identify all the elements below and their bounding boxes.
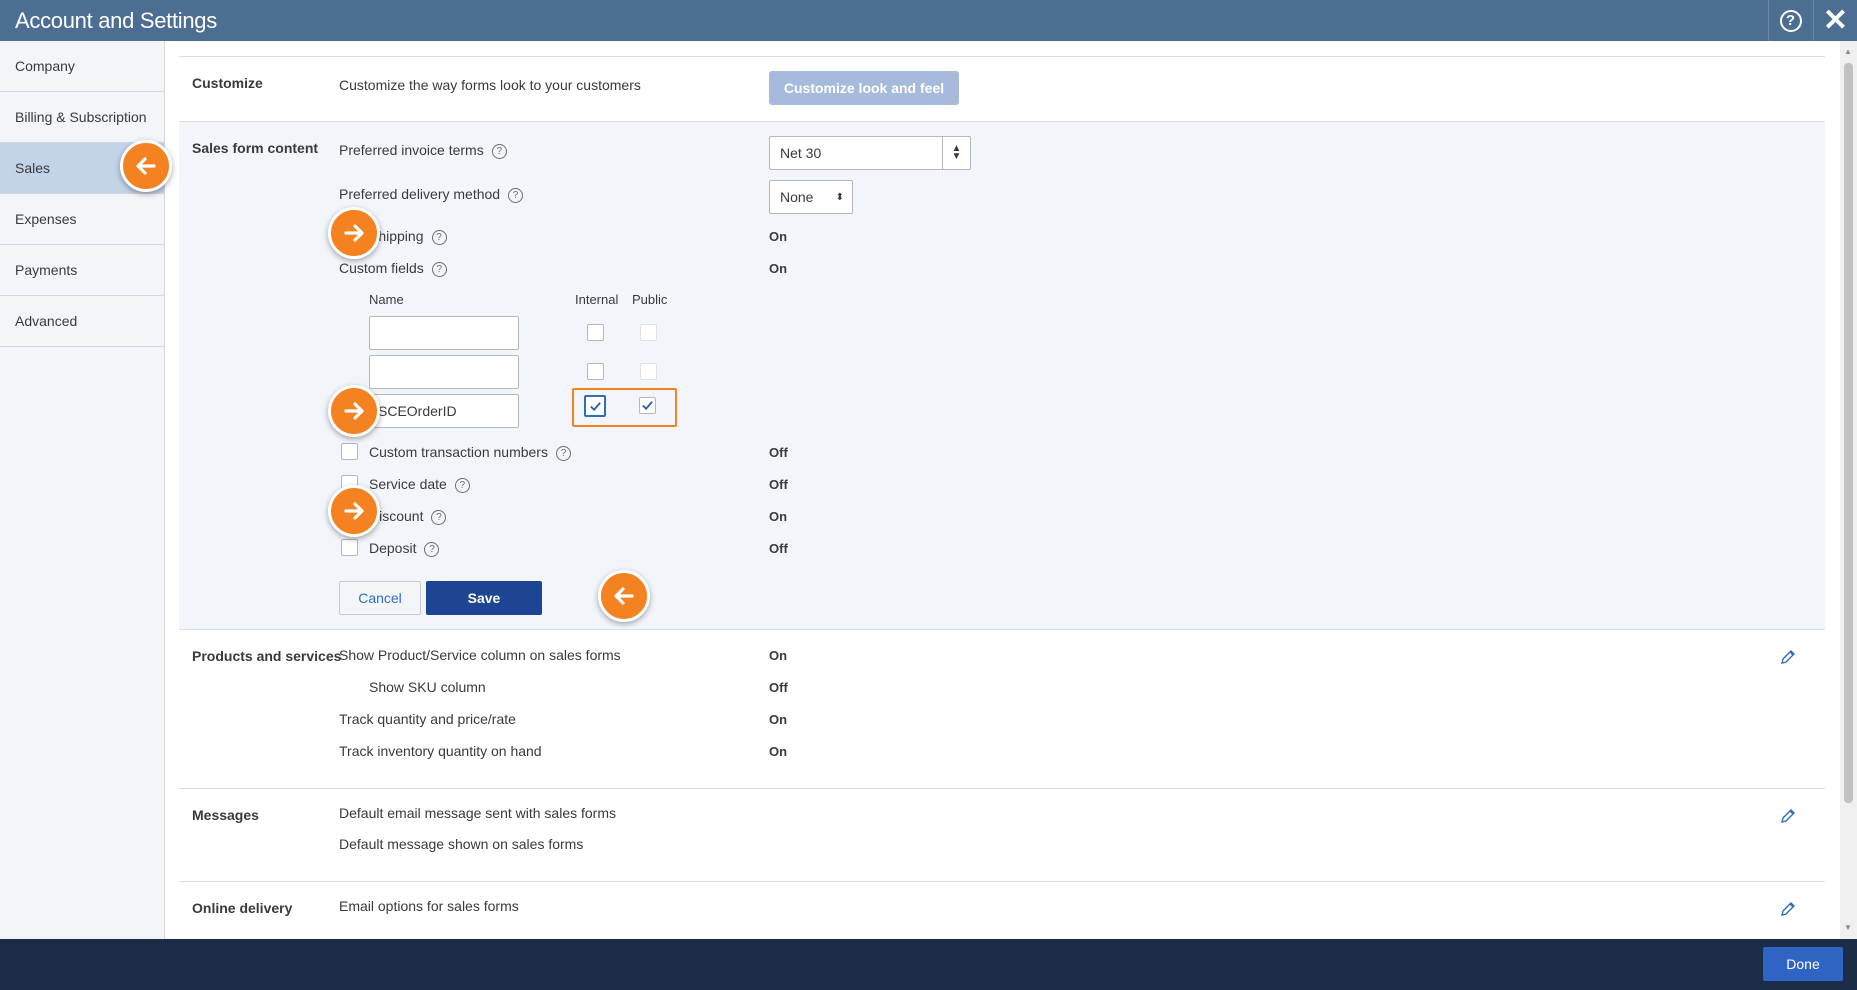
checkmark-icon	[642, 401, 653, 411]
help-icon[interactable]: ?	[555, 446, 571, 461]
help-icon[interactable]: ?	[424, 542, 440, 557]
help-icon[interactable]: ?	[431, 262, 447, 277]
help-button[interactable]: ?	[1768, 0, 1812, 41]
custom-txn-value: Off	[769, 445, 788, 460]
shipping-value: On	[769, 229, 788, 244]
message-row-label: Default message shown on sales forms	[339, 836, 584, 852]
custom-field-name-input[interactable]: SCEOrderID	[369, 394, 519, 428]
shipping-label: Shipping?	[369, 228, 447, 245]
deposit-label: Deposit?	[369, 540, 440, 557]
product-row-value: On	[769, 744, 788, 759]
online-delivery-row-label: Email options for sales forms	[339, 898, 519, 914]
product-row-label: Track quantity and price/rate	[339, 711, 516, 727]
customize-look-button[interactable]: Customize look and feel	[769, 71, 959, 105]
scroll-down-icon[interactable]: ▼	[1844, 923, 1852, 932]
custom-field-public-checkbox[interactable]	[640, 363, 657, 380]
scrollbar-thumb[interactable]	[1844, 63, 1853, 803]
vertical-scrollbar[interactable]: ▲ ▼	[1840, 41, 1857, 939]
custom-field-internal-checkbox[interactable]	[587, 363, 604, 380]
products-section: Products and services Show Product/Servi…	[179, 629, 1825, 789]
custom-field-public-checkbox[interactable]	[639, 397, 656, 414]
message-row-label: Default email message sent with sales fo…	[339, 805, 616, 821]
delivery-method-select[interactable]: None ⬍	[769, 180, 853, 214]
custom-txn-checkbox[interactable]	[341, 443, 358, 460]
custom-field-name-input[interactable]	[369, 355, 519, 389]
close-icon: ✕	[1822, 3, 1849, 37]
settings-content: Customize Customize the way forms look t…	[165, 41, 1839, 939]
sort-arrows-icon: ▲ ▼	[942, 137, 970, 169]
annotation-arrow-right-icon	[328, 485, 380, 537]
custom-field-internal-checkbox[interactable]	[587, 324, 604, 341]
messages-section: Messages Default email message sent with…	[179, 788, 1825, 882]
sidebar-item-company[interactable]: Company	[0, 41, 164, 92]
deposit-checkbox[interactable]	[341, 539, 358, 556]
product-row-label: Show SKU column	[369, 679, 486, 695]
help-icon[interactable]: ?	[508, 188, 524, 203]
sidebar-item-payments[interactable]: Payments	[0, 245, 164, 296]
product-row-value: Off	[769, 680, 788, 695]
annotation-arrow-right-icon	[328, 385, 380, 437]
scroll-up-icon[interactable]: ▲	[1844, 47, 1852, 56]
discount-value: On	[769, 509, 788, 524]
discount-label: Discount?	[369, 508, 447, 525]
custom-field-public-checkbox[interactable]	[640, 324, 657, 341]
checkmark-icon	[589, 401, 601, 411]
help-icon[interactable]: ?	[431, 510, 447, 525]
product-row-label: Show Product/Service column on sales for…	[339, 647, 621, 663]
products-title: Products and services	[192, 648, 342, 664]
col-name-header: Name	[369, 292, 404, 307]
invoice-terms-label: Preferred invoice terms?	[339, 142, 507, 159]
annotation-arrow-left-icon	[598, 570, 650, 622]
help-icon[interactable]: ?	[454, 478, 470, 493]
sort-arrows-icon: ⬍	[835, 191, 844, 203]
edit-pencil-icon[interactable]	[1779, 900, 1797, 918]
done-button[interactable]: Done	[1763, 947, 1843, 981]
help-icon[interactable]: ?	[431, 230, 447, 245]
help-icon[interactable]: ?	[491, 144, 507, 159]
sales-form-section: Sales form content Preferred invoice ter…	[179, 121, 1825, 630]
cancel-button[interactable]: Cancel	[339, 581, 421, 615]
help-icon: ?	[1779, 9, 1802, 32]
sales-form-title: Sales form content	[192, 140, 319, 156]
custom-fields-label: Custom fields?	[339, 260, 447, 277]
col-internal-header: Internal	[575, 292, 619, 307]
customize-title: Customize	[192, 75, 263, 91]
custom-field-internal-checkbox[interactable]	[584, 395, 606, 417]
custom-fields-value: On	[769, 261, 788, 276]
title-bar: Account and Settings ? ✕	[0, 0, 1857, 41]
service-date-value: Off	[769, 477, 788, 492]
annotation-arrow-right-icon	[328, 207, 380, 259]
product-row-label: Track inventory quantity on hand	[339, 743, 542, 759]
product-row-value: On	[769, 712, 788, 727]
save-button[interactable]: Save	[426, 581, 542, 615]
invoice-terms-select[interactable]: Net 30 ▲ ▼	[769, 136, 971, 170]
sidebar-item-expenses[interactable]: Expenses	[0, 194, 164, 245]
messages-title: Messages	[192, 807, 259, 823]
service-date-label: Service date?	[369, 476, 470, 493]
footer-bar: Done	[0, 939, 1857, 990]
edit-pencil-icon[interactable]	[1779, 807, 1797, 825]
customize-section: Customize Customize the way forms look t…	[179, 56, 1825, 122]
deposit-value: Off	[769, 541, 788, 556]
sidebar-item-billing[interactable]: Billing & Subscription	[0, 92, 164, 143]
custom-field-name-input[interactable]	[369, 316, 519, 350]
window-title: Account and Settings	[15, 8, 217, 33]
online-delivery-title: Online delivery	[192, 900, 293, 916]
sidebar-item-advanced[interactable]: Advanced	[0, 296, 164, 347]
product-row-value: On	[769, 648, 788, 663]
custom-txn-label: Custom transaction numbers?	[369, 444, 571, 461]
delivery-method-label: Preferred delivery method?	[339, 186, 524, 203]
col-public-header: Public	[632, 292, 668, 307]
annotation-arrow-left-icon	[120, 140, 172, 192]
edit-pencil-icon[interactable]	[1779, 648, 1797, 666]
close-button[interactable]: ✕	[1813, 0, 1857, 41]
customize-description: Customize the way forms look to your cus…	[339, 77, 641, 93]
online-delivery-section: Online delivery Email options for sales …	[179, 881, 1825, 939]
